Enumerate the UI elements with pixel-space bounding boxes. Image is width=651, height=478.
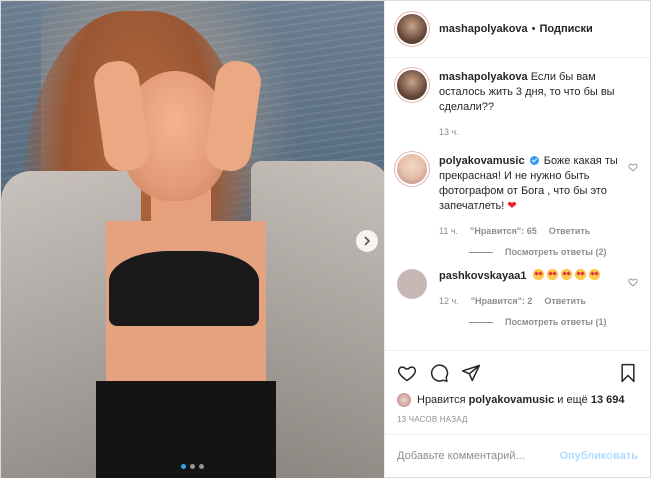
- heart-eyes-emoji-icon: [574, 269, 586, 280]
- heart-eyes-emoji-icon: [588, 269, 600, 280]
- view-replies-label: Посмотреть ответы (1): [505, 317, 607, 327]
- heart-eyes-emoji-icon: [532, 269, 544, 280]
- following-button[interactable]: Подписки: [540, 23, 593, 35]
- comments-list: mashapolyakova Если бы вам осталось жить…: [385, 58, 650, 350]
- header-separator: •: [531, 23, 536, 35]
- heart-eyes-emoji-icon: [546, 269, 558, 280]
- comment-likes-count[interactable]: "Нравится": 65: [470, 224, 537, 239]
- reply-button[interactable]: Ответить: [544, 294, 586, 309]
- share-icon[interactable]: [461, 363, 481, 383]
- comment-input[interactable]: [397, 450, 560, 462]
- carousel-dot: [190, 464, 195, 469]
- likes-count[interactable]: 13 694: [591, 394, 625, 406]
- comment-like-heart-icon[interactable]: [628, 277, 638, 287]
- view-replies-button[interactable]: Посмотреть ответы (2): [469, 247, 638, 257]
- publish-button[interactable]: Опубликовать: [559, 450, 638, 462]
- view-replies-label: Посмотреть ответы (2): [505, 247, 607, 257]
- replies-divider: [469, 251, 493, 253]
- comment-item: pashkovskayaa1 12 ч. "Нравится": 2 Ответ…: [397, 269, 638, 309]
- reply-button[interactable]: Ответить: [549, 224, 591, 239]
- carousel-dot: [181, 464, 186, 469]
- caption: mashapolyakova Если бы вам осталось жить…: [397, 70, 638, 140]
- likes-suffix: и ещё: [557, 394, 588, 406]
- comment-username[interactable]: polyakovamusic: [439, 155, 525, 167]
- likes-prefix: Нравится: [417, 394, 466, 406]
- add-comment-bar: Опубликовать: [385, 434, 650, 477]
- post-photo[interactable]: [1, 1, 384, 478]
- caption-time[interactable]: 13 ч.: [439, 125, 459, 140]
- comment-likes-count[interactable]: "Нравится": 2: [471, 294, 533, 309]
- commenter-avatar[interactable]: [397, 154, 427, 184]
- comment-username[interactable]: pashkovskayaa1: [439, 270, 526, 282]
- comment-time[interactable]: 11 ч.: [439, 224, 458, 239]
- instagram-post: mashapolyakova • Подписки mashapolyakova…: [0, 0, 651, 478]
- replies-divider: [469, 321, 493, 323]
- post-side-panel: mashapolyakova • Подписки mashapolyakova…: [384, 1, 650, 477]
- carousel-dot: [199, 464, 204, 469]
- comment-like-heart-icon[interactable]: [628, 162, 638, 172]
- post-header: mashapolyakova • Подписки: [385, 1, 650, 58]
- commenter-avatar[interactable]: [397, 269, 427, 299]
- comment-time[interactable]: 12 ч.: [439, 294, 459, 309]
- liker-username[interactable]: polyakovamusic: [469, 394, 555, 406]
- post-actions: Нравится polyakovamusic и ещё 13 694 13 …: [385, 350, 650, 434]
- next-arrow-icon: [364, 236, 371, 246]
- bookmark-icon[interactable]: [618, 363, 638, 383]
- author-avatar[interactable]: [397, 14, 427, 44]
- comment-item: polyakovamusic Боже какая ты прекрасная!…: [397, 154, 638, 239]
- liker-avatar[interactable]: [397, 393, 411, 407]
- post-timestamp[interactable]: 13 ЧАСОВ НАЗАД: [397, 415, 638, 424]
- view-replies-button[interactable]: Посмотреть ответы (1): [469, 317, 638, 327]
- black-top: [109, 251, 259, 326]
- red-heart-emoji-icon: ❤: [507, 200, 517, 212]
- verified-badge-icon: [529, 156, 539, 165]
- comment-icon[interactable]: [429, 363, 449, 383]
- caption-username[interactable]: mashapolyakova: [439, 71, 528, 83]
- carousel-dots: [1, 464, 384, 469]
- heart-eyes-emoji-icon: [560, 269, 572, 280]
- heart-icon[interactable]: [397, 363, 417, 383]
- caption-avatar[interactable]: [397, 70, 427, 100]
- next-slide-button[interactable]: [356, 230, 378, 252]
- likes-summary: Нравится polyakovamusic и ещё 13 694: [397, 393, 638, 407]
- author-username[interactable]: mashapolyakova: [439, 23, 528, 35]
